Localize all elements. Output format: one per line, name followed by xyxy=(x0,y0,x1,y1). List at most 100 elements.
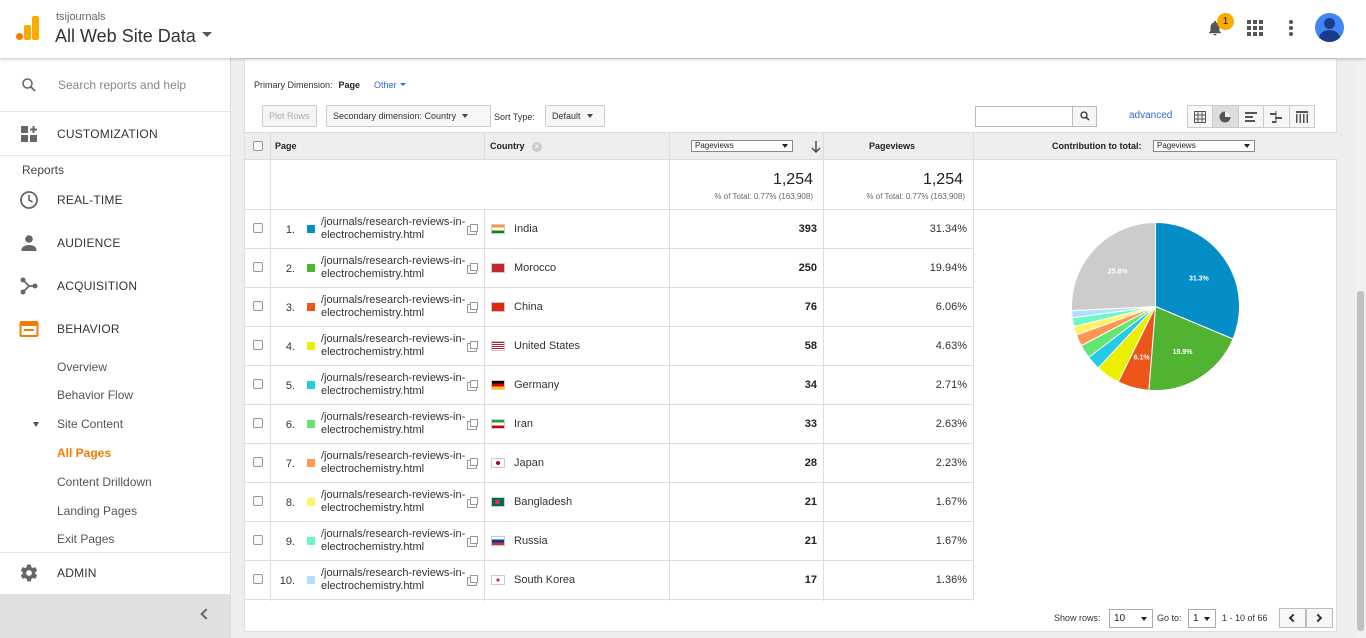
avatar[interactable] xyxy=(1315,13,1344,42)
property-selector[interactable]: All Web Site Data xyxy=(55,26,196,47)
sidebar-item-all-pages[interactable]: All Pages xyxy=(57,446,111,460)
row-checkbox[interactable] xyxy=(253,418,263,428)
sidebar-item-realtime[interactable]: REAL-TIME xyxy=(0,180,230,220)
external-link-icon[interactable] xyxy=(467,341,478,352)
external-link-icon[interactable] xyxy=(467,458,478,469)
country-name[interactable]: United States xyxy=(514,340,580,352)
search-input[interactable]: Search reports and help xyxy=(58,78,186,92)
country-name[interactable]: Iran xyxy=(514,418,533,430)
show-rows-select[interactable]: 10 xyxy=(1109,609,1153,628)
pageviews-value: 393 xyxy=(798,223,817,235)
sidebar-item-behavior-flow[interactable]: Behavior Flow xyxy=(57,388,133,402)
column-header-page[interactable]: Page xyxy=(275,133,297,160)
remove-dimension-icon[interactable]: × xyxy=(532,142,542,152)
previous-page-button[interactable] xyxy=(1279,608,1306,628)
sidebar-item-site-content[interactable]: Site Content xyxy=(57,417,123,431)
page-path-link[interactable]: /journals/research-reviews-in-electroche… xyxy=(321,294,471,320)
external-link-icon[interactable] xyxy=(467,302,478,313)
apps-grid-icon[interactable] xyxy=(1247,20,1263,36)
page-path-link[interactable]: /journals/research-reviews-in-electroche… xyxy=(321,450,471,476)
sidebar-item-landing-pages[interactable]: Landing Pages xyxy=(57,504,137,518)
page-scrollbar[interactable] xyxy=(1355,58,1366,638)
sidebar-item-content-drilldown[interactable]: Content Drilldown xyxy=(57,475,152,489)
row-checkbox[interactable] xyxy=(253,457,263,467)
country-name[interactable]: Germany xyxy=(514,379,559,391)
external-link-icon[interactable] xyxy=(467,224,478,235)
expand-triangle-icon[interactable] xyxy=(33,422,39,427)
sidebar-item-audience[interactable]: AUDIENCE xyxy=(0,223,230,263)
plot-rows-button[interactable]: Plot Rows xyxy=(262,105,317,127)
account-name[interactable]: tsijournals xyxy=(56,11,106,23)
more-options-icon[interactable] xyxy=(1289,20,1293,36)
sidebar-item-behavior[interactable]: BEHAVIOR xyxy=(0,309,230,349)
sidebar-search[interactable]: Search reports and help xyxy=(0,58,230,112)
row-checkbox[interactable] xyxy=(253,223,263,233)
view-table-button[interactable] xyxy=(1188,106,1214,127)
external-link-icon[interactable] xyxy=(467,497,478,508)
country-flag-icon xyxy=(491,302,505,312)
pie-slice-label: 19.9% xyxy=(1173,349,1194,356)
row-checkbox[interactable] xyxy=(253,574,263,584)
primary-dimension-other[interactable]: Other xyxy=(374,80,406,90)
sidebar-item-acquisition[interactable]: ACQUISITION xyxy=(0,266,230,306)
country-name[interactable]: Japan xyxy=(514,457,544,469)
country-flag-icon xyxy=(491,536,505,546)
page-path-link[interactable]: /journals/research-reviews-in-electroche… xyxy=(321,216,471,242)
table-search-input[interactable] xyxy=(975,106,1097,127)
row-checkbox[interactable] xyxy=(253,535,263,545)
view-pivot-button[interactable] xyxy=(1289,106,1315,127)
view-comparison-button[interactable] xyxy=(1264,106,1290,127)
country-name[interactable]: South Korea xyxy=(514,574,575,586)
table-search-button[interactable] xyxy=(1072,107,1096,126)
page-path-link[interactable]: /journals/research-reviews-in-electroche… xyxy=(321,333,471,359)
advanced-filter-link[interactable]: advanced xyxy=(1129,110,1172,121)
notification-badge[interactable]: 1 xyxy=(1217,13,1234,30)
row-checkbox[interactable] xyxy=(253,262,263,272)
analytics-logo-icon[interactable] xyxy=(16,16,40,40)
sort-arrow-down-icon[interactable] xyxy=(811,141,821,153)
external-link-icon[interactable] xyxy=(467,380,478,391)
country-name[interactable]: China xyxy=(514,301,543,313)
country-name[interactable]: Morocco xyxy=(514,262,556,274)
row-checkbox[interactable] xyxy=(253,340,263,350)
page-path-link[interactable]: /journals/research-reviews-in-electroche… xyxy=(321,372,471,398)
page-path-link[interactable]: /journals/research-reviews-in-electroche… xyxy=(321,567,471,593)
primary-dimension-page[interactable]: Page xyxy=(339,80,361,90)
pie-slice[interactable] xyxy=(1071,221,1156,312)
external-link-icon[interactable] xyxy=(467,536,478,547)
sidebar-item-overview[interactable]: Overview xyxy=(57,360,107,374)
sidebar-item-admin[interactable]: ADMIN xyxy=(0,552,230,592)
country-name[interactable]: Bangladesh xyxy=(514,496,572,508)
next-page-button[interactable] xyxy=(1306,608,1333,628)
page-path-link[interactable]: /journals/research-reviews-in-electroche… xyxy=(321,255,471,281)
column-header-country[interactable]: Country xyxy=(490,133,525,160)
caret-down-icon[interactable] xyxy=(202,32,212,37)
contribution-select[interactable]: Pageviews xyxy=(1153,140,1255,152)
row-number: 9. xyxy=(285,536,295,548)
external-link-icon[interactable] xyxy=(467,419,478,430)
external-link-icon[interactable] xyxy=(467,575,478,586)
sidebar-item-customization[interactable]: CUSTOMIZATION xyxy=(0,114,230,154)
column-header-pageviews[interactable]: Pageviews xyxy=(869,133,915,160)
clock-icon xyxy=(20,191,38,209)
secondary-dimension-dropdown[interactable]: Secondary dimension: Country xyxy=(326,105,491,127)
sidebar-item-exit-pages[interactable]: Exit Pages xyxy=(57,532,114,546)
row-checkbox[interactable] xyxy=(253,496,263,506)
table-row: 7. /journals/research-reviews-in-electroc… xyxy=(245,444,973,483)
collapse-sidebar-button[interactable] xyxy=(0,594,230,638)
view-pie-button[interactable] xyxy=(1213,106,1239,127)
page-path-link[interactable]: /journals/research-reviews-in-electroche… xyxy=(321,411,471,437)
row-checkbox[interactable] xyxy=(253,379,263,389)
page-path-link[interactable]: /journals/research-reviews-in-electroche… xyxy=(321,528,471,554)
country-name[interactable]: India xyxy=(514,223,538,235)
metric-select[interactable]: Pageviews xyxy=(691,140,793,152)
select-all-checkbox[interactable] xyxy=(253,141,263,151)
sort-type-dropdown[interactable]: Default xyxy=(545,105,605,127)
external-link-icon[interactable] xyxy=(467,263,478,274)
page-path-link[interactable]: /journals/research-reviews-in-electroche… xyxy=(321,489,471,515)
country-name[interactable]: Russia xyxy=(514,535,548,547)
scrollbar-thumb[interactable] xyxy=(1357,291,1364,631)
goto-input[interactable]: 1 xyxy=(1188,609,1216,628)
view-bar-button[interactable] xyxy=(1238,106,1265,127)
row-checkbox[interactable] xyxy=(253,301,263,311)
